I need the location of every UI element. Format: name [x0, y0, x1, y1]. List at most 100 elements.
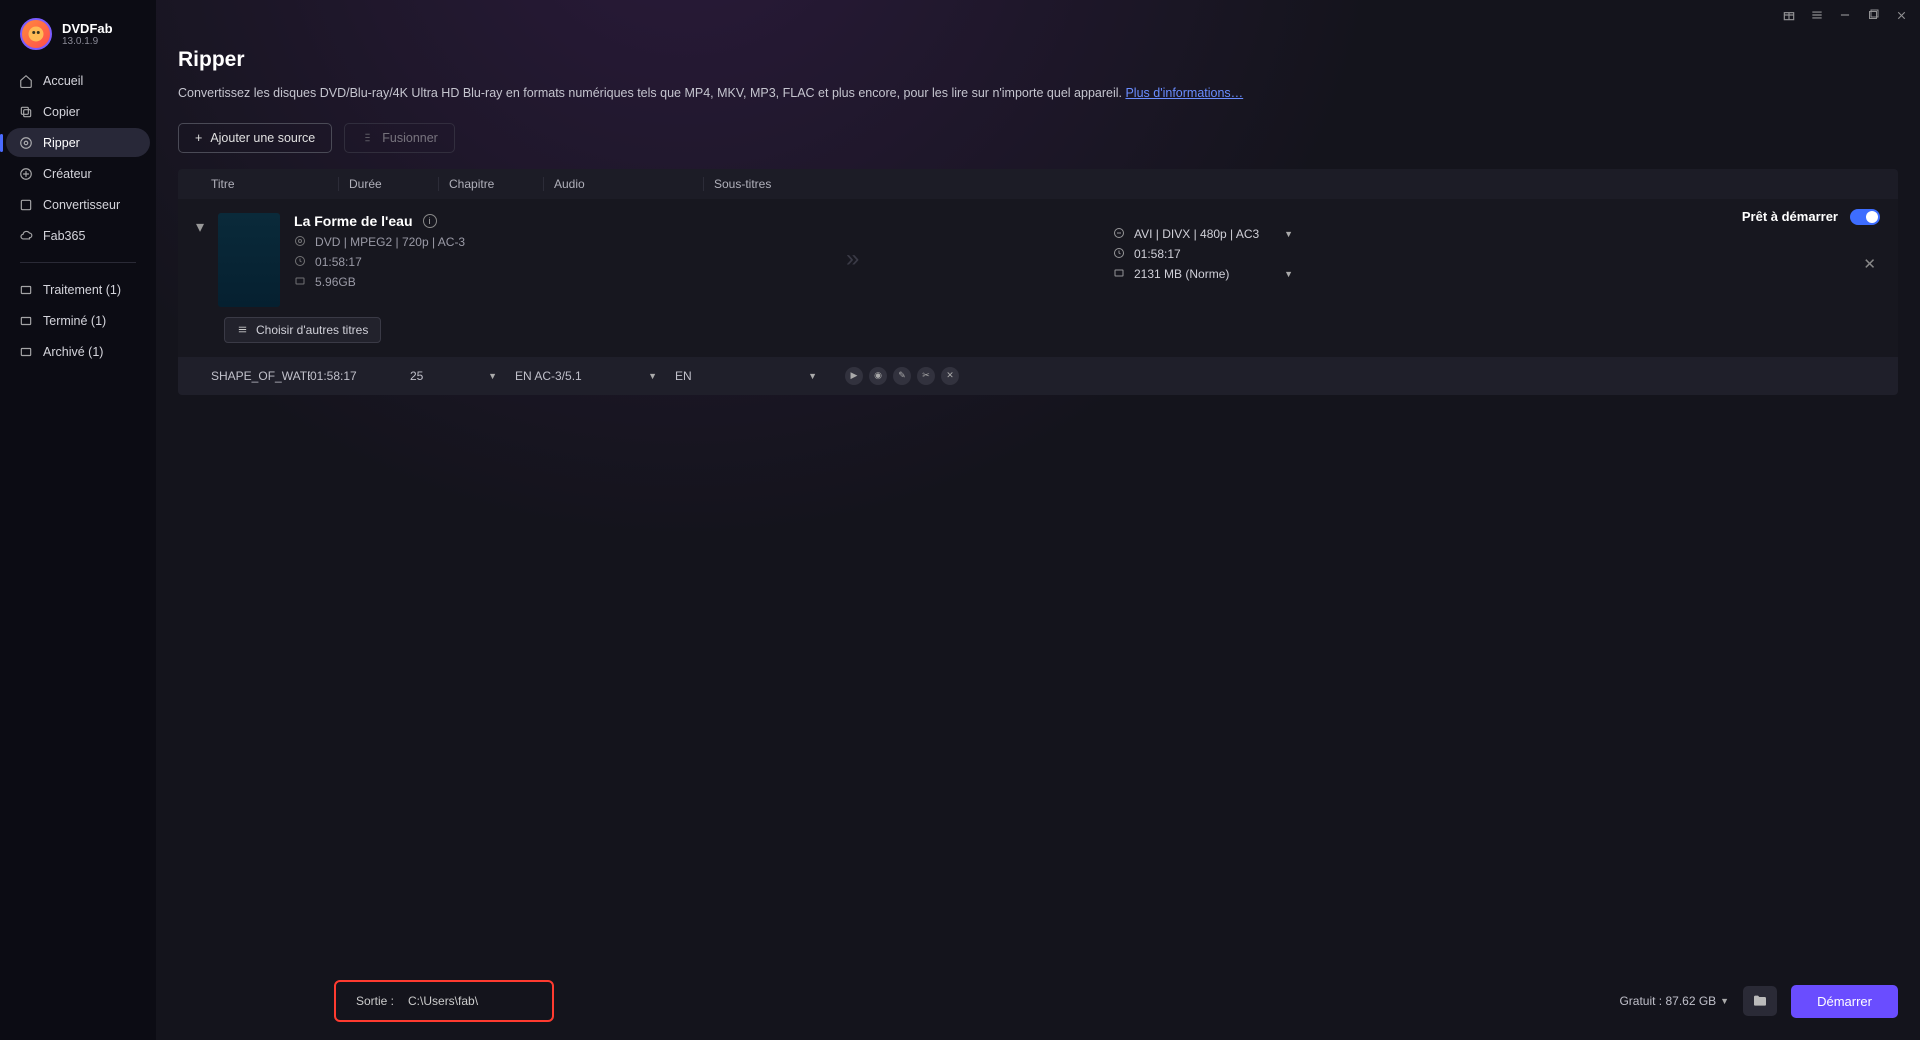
home-icon: [18, 73, 33, 88]
info-icon[interactable]: i: [423, 214, 437, 228]
cloud-icon: [18, 228, 33, 243]
app-logo: DVDFab 13.0.1.9: [0, 12, 156, 66]
detail-subtitle-select[interactable]: EN ▼: [675, 369, 835, 383]
add-source-button[interactable]: + Ajouter une source: [178, 123, 332, 153]
disc-icon: [18, 135, 33, 150]
free-space: Gratuit : 87.62 GB ▼: [1619, 994, 1729, 1008]
nav-createur[interactable]: Créateur: [6, 159, 150, 188]
table-header: Titre Durée Chapitre Audio Sous-titres: [178, 169, 1898, 199]
title-detail-row: SHAPE_OF_WATER.Title 01:58:17 25 ▼ EN AC…: [178, 357, 1898, 395]
clock-icon: [294, 255, 307, 268]
output-settings: AVI | DIVX | 480p | AC3 ▼ 01:58:17 2131 …: [1113, 227, 1293, 281]
detail-filename: SHAPE_OF_WATER.Title: [178, 369, 310, 383]
col-subtitles: Sous-titres: [704, 177, 1898, 191]
nav-copier[interactable]: Copier: [6, 97, 150, 126]
nav-label: Convertisseur: [43, 198, 120, 212]
settings-icon[interactable]: ◉: [869, 367, 887, 385]
nav-label: Copier: [43, 105, 80, 119]
chevron-down-icon: ▼: [808, 371, 817, 381]
nav-label: Accueil: [43, 74, 83, 88]
format-icon: [1113, 227, 1126, 240]
copy-icon: [18, 104, 33, 119]
nav-fab365[interactable]: Fab365: [6, 221, 150, 250]
play-icon[interactable]: ▶: [845, 367, 863, 385]
merge-icon: [361, 131, 374, 144]
sidebar: DVDFab 13.0.1.9 Accueil Copier Ripper Cr…: [0, 0, 156, 1040]
chevron-down-icon: ▼: [488, 371, 497, 381]
edit-icon[interactable]: ✎: [893, 367, 911, 385]
expand-chevron-icon[interactable]: ▾: [196, 217, 204, 237]
nav-label: Traitement (1): [43, 283, 121, 297]
col-duration: Durée: [339, 177, 439, 191]
col-audio: Audio: [544, 177, 704, 191]
source-duration: 01:58:17: [294, 255, 465, 269]
disc-small-icon: [294, 235, 307, 248]
toolbar: + Ajouter une source Fusionner: [156, 117, 1920, 169]
movie-title: La Forme de l'eau: [294, 213, 412, 229]
menu-icon[interactable]: [1810, 8, 1824, 22]
output-path-box[interactable]: Sortie : C:\Users\fab\: [334, 980, 554, 1022]
wand-icon: [18, 166, 33, 181]
start-button[interactable]: Démarrer: [1791, 985, 1898, 1018]
convert-icon: [18, 197, 33, 212]
detail-duration: 01:58:17: [310, 369, 410, 383]
ready-toggle[interactable]: [1850, 209, 1880, 225]
output-format-select[interactable]: AVI | DIVX | 480p | AC3 ▼: [1113, 227, 1293, 241]
bottom-bar: Sortie : C:\Users\fab\ Gratuit : 87.62 G…: [334, 980, 1898, 1022]
col-chapter: Chapitre: [439, 177, 544, 191]
gift-icon[interactable]: [1782, 8, 1796, 22]
page-header: Ripper Convertissez les disques DVD/Blu-…: [156, 24, 1920, 117]
clock-icon: [1113, 247, 1126, 260]
source-table: Titre Durée Chapitre Audio Sous-titres ▾…: [178, 169, 1898, 357]
nav-traitement[interactable]: Traitement (1): [6, 275, 150, 304]
list-icon: [237, 324, 248, 335]
chevron-down-icon: ▼: [1284, 229, 1293, 239]
ready-status: Prêt à démarrer: [1742, 209, 1880, 225]
choose-titles-button[interactable]: Choisir d'autres titres: [224, 317, 381, 343]
delete-icon[interactable]: ✕: [941, 367, 959, 385]
app-version: 13.0.1.9: [62, 36, 113, 47]
nav-label: Ripper: [43, 136, 80, 150]
crop-icon[interactable]: ✂: [917, 367, 935, 385]
main-content: Ripper Convertissez les disques DVD/Blu-…: [156, 0, 1920, 1040]
convert-arrow-icon: »: [846, 245, 859, 273]
detail-chapters-select[interactable]: 25 ▼: [410, 369, 515, 383]
app-name: DVDFab: [62, 21, 113, 36]
detail-audio-select[interactable]: EN AC-3/5.1 ▼: [515, 369, 675, 383]
ready-label: Prêt à démarrer: [1742, 209, 1838, 224]
output-path: C:\Users\fab\: [408, 994, 478, 1008]
logo-icon: [20, 18, 52, 50]
storage-icon: [294, 275, 307, 288]
main-nav: Accueil Copier Ripper Créateur Convertis…: [0, 66, 156, 366]
page-description: Convertissez les disques DVD/Blu-ray/4K …: [178, 84, 1898, 103]
nav-archive[interactable]: Archivé (1): [6, 337, 150, 366]
detail-actions: ▶ ◉ ✎ ✂ ✕: [845, 367, 959, 385]
minimize-icon[interactable]: [1838, 8, 1852, 22]
chevron-down-icon: ▼: [648, 371, 657, 381]
merge-button[interactable]: Fusionner: [344, 123, 455, 153]
storage-icon: [1113, 267, 1126, 280]
nav-label: Terminé (1): [43, 314, 106, 328]
maximize-icon[interactable]: [1866, 8, 1880, 22]
processing-icon: [18, 282, 33, 297]
page-title: Ripper: [178, 48, 1898, 72]
chevron-down-icon[interactable]: ▼: [1720, 996, 1729, 1006]
movie-poster: [218, 213, 280, 307]
output-label: Sortie :: [356, 994, 394, 1008]
more-info-link[interactable]: Plus d'informations…: [1125, 86, 1243, 100]
source-format: DVD | MPEG2 | 720p | AC-3: [294, 235, 465, 249]
close-icon[interactable]: [1894, 8, 1908, 22]
chevron-down-icon: ▼: [1284, 269, 1293, 279]
browse-folder-button[interactable]: [1743, 986, 1777, 1016]
nav-ripper[interactable]: Ripper: [6, 128, 150, 157]
remove-item-icon[interactable]: ✕: [1863, 255, 1876, 273]
plus-icon: +: [195, 131, 202, 145]
nav-termine[interactable]: Terminé (1): [6, 306, 150, 335]
nav-label: Archivé (1): [43, 345, 103, 359]
nav-convertisseur[interactable]: Convertisseur: [6, 190, 150, 219]
output-size-select[interactable]: 2131 MB (Norme) ▼: [1113, 267, 1293, 281]
nav-label: Créateur: [43, 167, 92, 181]
window-controls: [156, 0, 1920, 24]
nav-accueil[interactable]: Accueil: [6, 66, 150, 95]
done-icon: [18, 313, 33, 328]
